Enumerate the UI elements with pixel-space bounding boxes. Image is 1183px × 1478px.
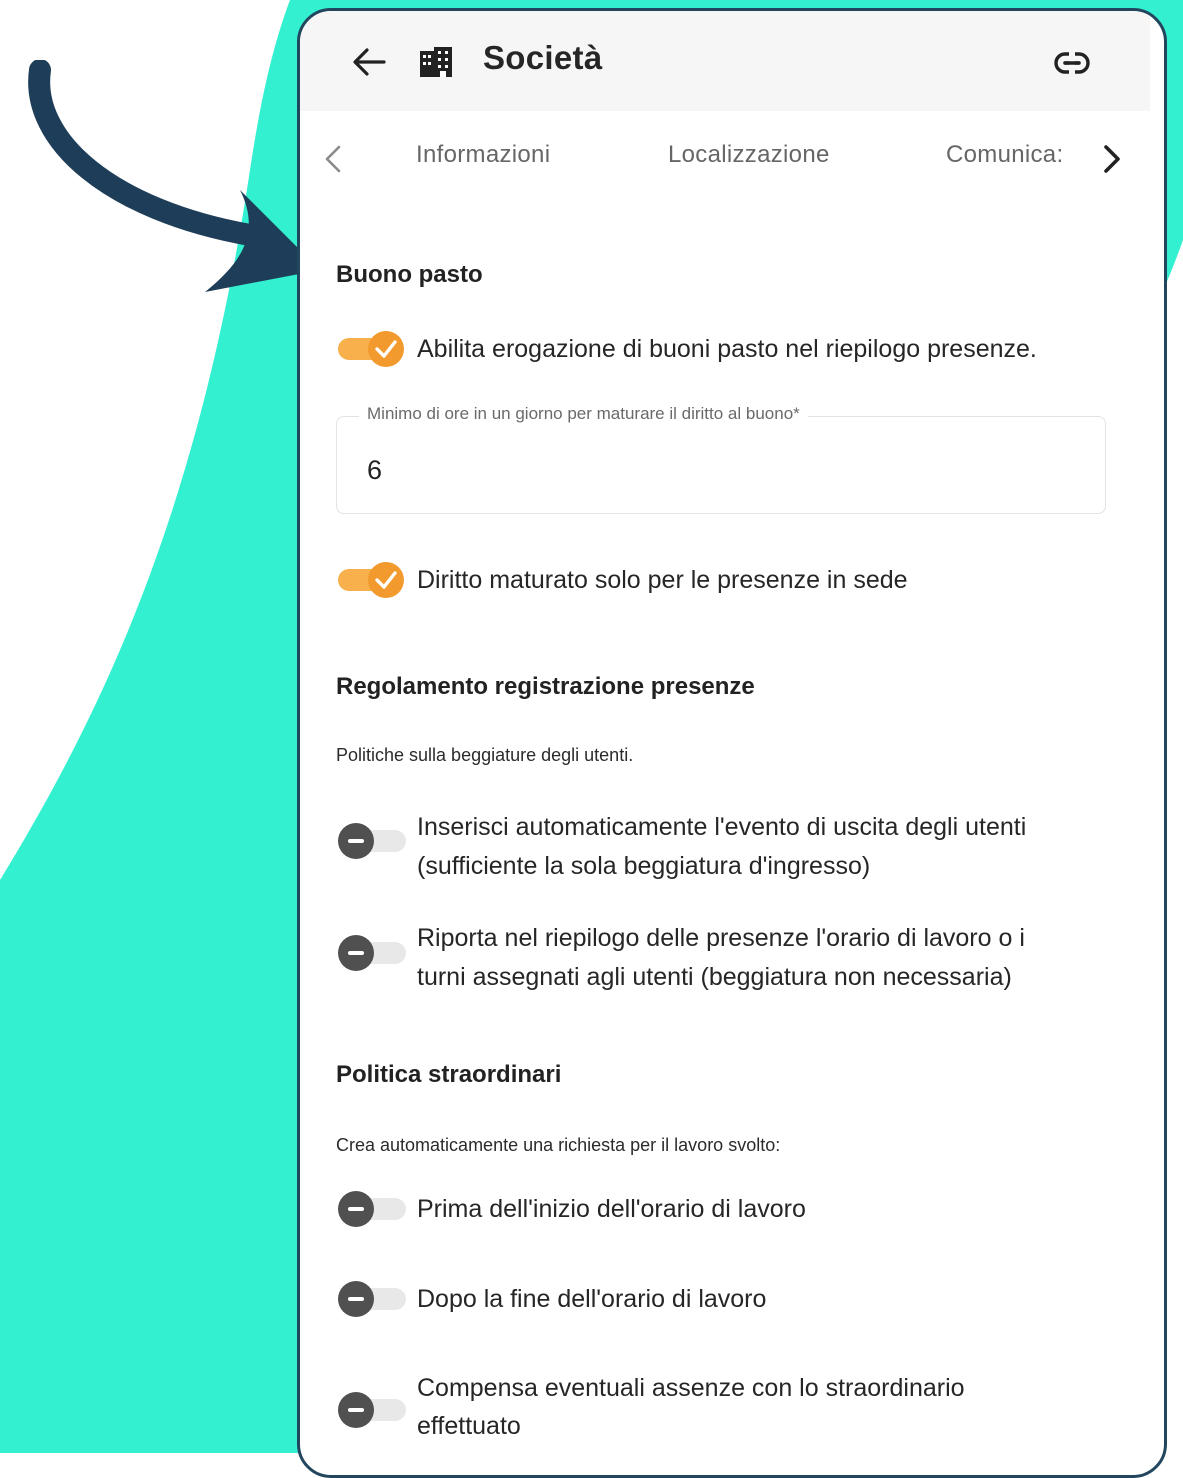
toggle-uscita-automatica[interactable]: [336, 821, 408, 861]
toggle-dopo-orario[interactable]: [336, 1279, 408, 1319]
toggle-diritto-sede[interactable]: [336, 560, 408, 600]
section-title-straordinari: Politica straordinari: [336, 1061, 562, 1088]
toggle-label-uscita-line2: (sufficiente la sola beggiatura d'ingres…: [417, 852, 871, 880]
building-icon: [420, 47, 452, 77]
tab-comunicazioni[interactable]: Comunica:: [946, 141, 1074, 169]
chevron-right-icon[interactable]: [1100, 144, 1124, 174]
section-title-regolamento: Regolamento registrazione presenze: [336, 673, 755, 700]
min-hours-field-value[interactable]: 6: [367, 455, 382, 486]
toggle-label-compensa-line1: Compensa eventuali assenze con lo straor…: [417, 1374, 965, 1402]
app-window: Società Informazioni Localizzazione Comu…: [297, 8, 1167, 1478]
back-arrow-icon[interactable]: [352, 47, 386, 77]
caption-straordinari: Crea automaticamente una richiesta per i…: [336, 1135, 781, 1155]
min-hours-field-label: Minimo di ore in un giorno per maturare …: [359, 404, 808, 424]
toggle-label-abilita-buoni-pasto: Abilita erogazione di buoni pasto nel ri…: [417, 335, 1037, 363]
toggle-label-orario-line2: turni assegnati agli utenti (beggiatura …: [417, 963, 1012, 991]
toggle-label-compensa-line2: effettuato: [417, 1412, 521, 1440]
toggle-prima-orario[interactable]: [336, 1189, 408, 1229]
app-bar: Società: [300, 11, 1150, 111]
link-icon[interactable]: [1052, 45, 1092, 81]
tab-localizzazione[interactable]: Localizzazione: [668, 141, 830, 169]
page-title: Società: [483, 39, 603, 76]
toggle-abilita-buoni-pasto[interactable]: [336, 329, 408, 369]
caption-regolamento: Politiche sulla beggiature degli utenti.: [336, 745, 634, 765]
toggle-label-dopo-orario: Dopo la fine dell'orario di lavoro: [417, 1285, 767, 1313]
toggle-label-diritto-sede: Diritto maturato solo per le presenze in…: [417, 566, 908, 594]
section-title-buono-pasto: Buono pasto: [336, 261, 483, 288]
chevron-left-icon[interactable]: [322, 144, 344, 174]
toggle-label-uscita-line1: Inserisci automaticamente l'evento di us…: [417, 813, 1027, 841]
toggle-riporta-orario[interactable]: [336, 933, 408, 973]
toggle-compensa-assenze[interactable]: [336, 1390, 408, 1430]
min-hours-field[interactable]: Minimo di ore in un giorno per maturare …: [336, 404, 1106, 514]
toggle-label-orario-line1: Riporta nel riepilogo delle presenze l'o…: [417, 924, 1025, 952]
tab-informazioni[interactable]: Informazioni: [416, 141, 550, 169]
toggle-label-prima-orario: Prima dell'inizio dell'orario di lavoro: [417, 1195, 806, 1223]
